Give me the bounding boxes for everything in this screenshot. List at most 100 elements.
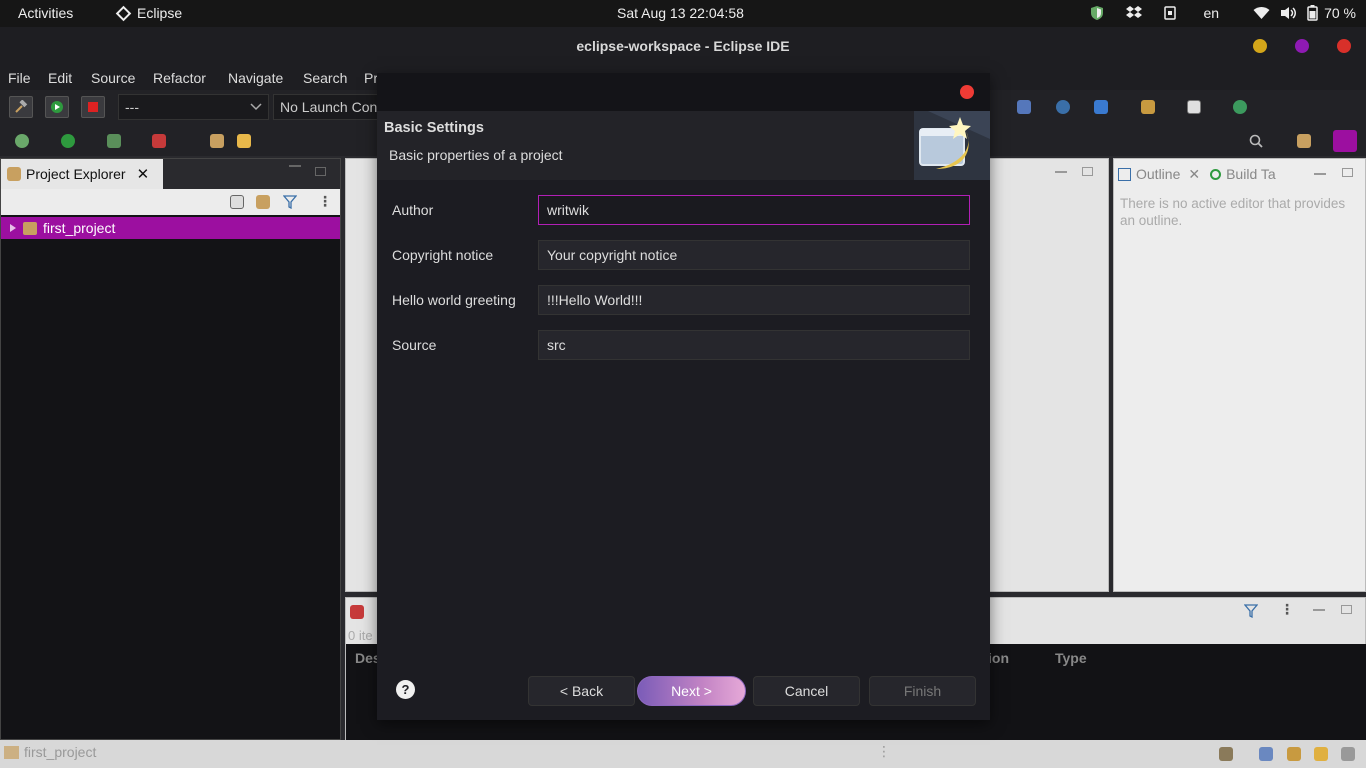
tab-label: Project Explorer (26, 166, 126, 182)
launch-mode-select[interactable]: --- (118, 94, 269, 120)
chevron-down-icon (250, 103, 262, 111)
author-field[interactable] (538, 195, 970, 225)
wifi-icon[interactable] (1253, 3, 1270, 23)
copyright-field[interactable] (538, 240, 970, 270)
menu-search[interactable]: Search (303, 70, 347, 86)
maximize-view-icon[interactable] (1342, 168, 1353, 177)
menu-edit[interactable]: Edit (48, 70, 72, 86)
new-file-icon[interactable] (1187, 100, 1201, 114)
volume-icon[interactable] (1280, 3, 1297, 23)
progress-icon[interactable] (1219, 747, 1233, 761)
source-label: Source (392, 337, 437, 353)
next-button[interactable]: Next > (637, 676, 746, 706)
search-target-icon[interactable] (1056, 100, 1070, 114)
build-targets-icon (1210, 168, 1222, 180)
close-icon[interactable]: ✕ (1188, 166, 1200, 183)
book-icon[interactable] (1259, 747, 1273, 761)
stop-icon[interactable] (81, 96, 105, 118)
tab-build-targets[interactable]: Build Ta (1210, 166, 1276, 182)
minimize-view-icon[interactable] (1314, 173, 1326, 175)
new-package-icon[interactable] (1141, 100, 1155, 114)
finish-button[interactable]: Finish (869, 676, 976, 706)
outline-icon (1118, 167, 1131, 181)
new-java-class-icon[interactable] (1094, 100, 1108, 114)
heap-icon[interactable] (1341, 747, 1355, 761)
learn-icon[interactable] (1287, 747, 1301, 761)
menu-source[interactable]: Source (91, 70, 135, 86)
status-bar: first_project ⋮ (0, 740, 1366, 768)
maximize-view-icon[interactable] (1341, 605, 1352, 614)
menu-navigate[interactable]: Navigate (228, 70, 283, 86)
close-icon[interactable]: ✕ (137, 165, 150, 183)
link-with-editor-icon[interactable] (256, 195, 270, 209)
project-explorer-panel: Project Explorer ✕ ⋮ first_project (0, 158, 341, 740)
view-menu-icon[interactable]: ⋮ (1280, 601, 1294, 618)
tab-project-explorer[interactable]: Project Explorer ✕ (1, 159, 163, 189)
search-icon[interactable] (1249, 134, 1263, 148)
launch-config-select[interactable]: No Launch Con (273, 94, 379, 120)
menu-refactor[interactable]: Refactor (153, 70, 206, 86)
battery-icon[interactable] (1307, 3, 1318, 23)
open-task-icon[interactable] (237, 134, 251, 148)
console-icon[interactable] (1017, 100, 1031, 114)
cancel-button[interactable]: Cancel (753, 676, 860, 706)
launch-config-value: No Launch Con (280, 99, 378, 115)
dialog-titlebar (377, 73, 990, 111)
explorer-toolbar: ⋮ (1, 189, 340, 215)
view-menu-icon[interactable]: ⋮ (318, 193, 332, 210)
tab-strip (163, 159, 340, 189)
clock[interactable]: Sat Aug 13 22:04:58 (617, 5, 744, 21)
minimize-view-icon[interactable] (289, 165, 301, 167)
status-selection: first_project (24, 744, 97, 760)
run-external-tool-icon[interactable] (107, 134, 121, 148)
minimize-view-icon[interactable] (1313, 609, 1325, 611)
tab-label: Outline (1136, 166, 1181, 182)
debug-icon[interactable] (15, 134, 29, 148)
open-type-icon[interactable] (210, 134, 224, 148)
close-dialog-button[interactable] (960, 85, 974, 99)
device-icon[interactable] (1163, 3, 1176, 23)
run-last-icon[interactable] (61, 134, 75, 148)
coverage-icon[interactable] (152, 134, 166, 148)
shield-icon[interactable] (1090, 3, 1104, 23)
back-button[interactable]: < Back (528, 676, 635, 706)
activities-button[interactable]: Activities (18, 5, 73, 21)
tree-item-first-project[interactable]: first_project (1, 217, 340, 239)
greeting-label: Hello world greeting (392, 292, 516, 308)
app-menu[interactable]: Eclipse (115, 5, 182, 21)
expand-arrow-icon[interactable] (9, 223, 17, 233)
tree-item-label: first_project (43, 220, 116, 236)
source-field[interactable] (538, 330, 970, 360)
collapse-all-icon[interactable] (230, 195, 244, 209)
maximize-button[interactable] (1295, 39, 1309, 53)
minimize-editor-icon[interactable] (1055, 171, 1067, 173)
java-perspective-icon[interactable] (1333, 130, 1357, 152)
menu-file[interactable]: File (8, 70, 31, 86)
maximize-editor-icon[interactable] (1082, 167, 1093, 176)
project-folder-icon (23, 221, 37, 235)
window-title: eclipse-workspace - Eclipse IDE (576, 38, 790, 54)
filter-icon[interactable] (1243, 604, 1259, 621)
help-icon[interactable]: ? (396, 680, 415, 699)
wizard-dialog: Basic Settings Basic properties of a pro… (377, 73, 990, 720)
column-location[interactable]: ion (988, 650, 1009, 666)
author-label: Author (392, 202, 434, 218)
wizard-banner-icon (914, 111, 990, 180)
dropbox-icon[interactable] (1125, 3, 1142, 23)
keyboard-layout[interactable]: en (1204, 3, 1220, 23)
run-icon[interactable] (45, 96, 69, 118)
system-tray: en 70 % (1068, 3, 1356, 23)
filter-icon[interactable] (282, 195, 298, 212)
build-hammer-icon[interactable] (9, 96, 33, 118)
maximize-view-icon[interactable] (315, 167, 326, 176)
column-type[interactable]: Type (1055, 650, 1087, 666)
tab-outline[interactable]: Outline ✕ (1118, 166, 1200, 183)
menu-project[interactable]: Pr (364, 70, 378, 86)
tab-label: Build Ta (1226, 166, 1276, 182)
greeting-field[interactable] (538, 285, 970, 315)
close-window-button[interactable] (1337, 39, 1351, 53)
new-class-icon[interactable] (1233, 100, 1247, 114)
open-perspective-icon[interactable] (1297, 134, 1311, 148)
tips-icon[interactable] (1314, 747, 1328, 761)
minimize-button[interactable] (1253, 39, 1267, 53)
